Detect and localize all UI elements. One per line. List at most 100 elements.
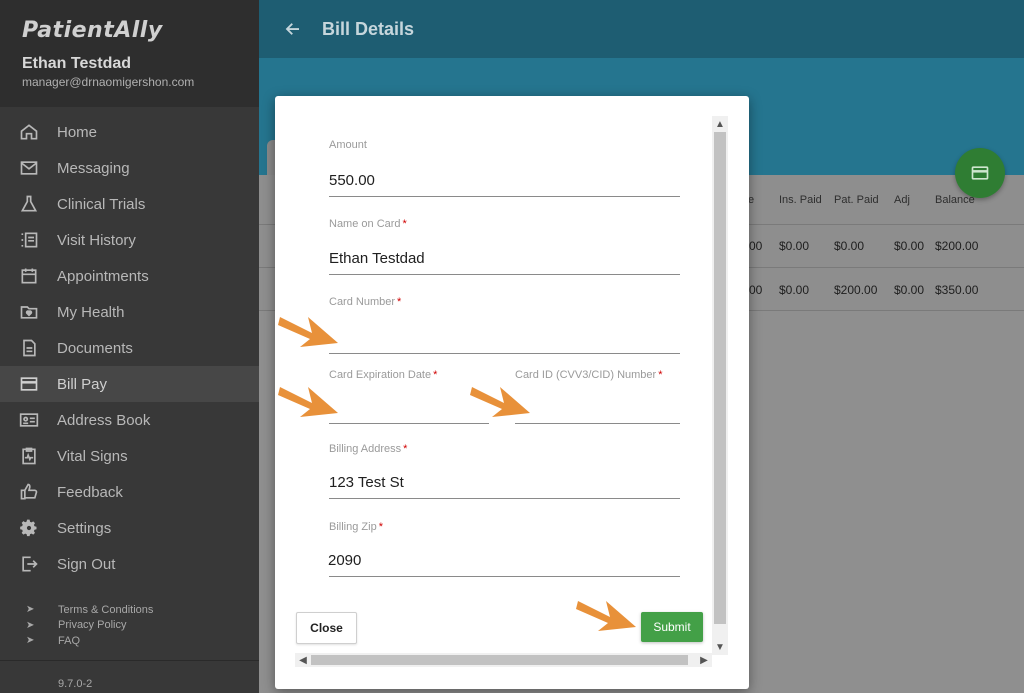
table-cell: $200.00: [935, 239, 979, 253]
table-cell: $200.00: [834, 283, 878, 297]
billing-address-field[interactable]: 123 Test St: [329, 474, 404, 491]
sidebar-divider: [0, 660, 259, 661]
horizontal-scroll-thumb[interactable]: [311, 655, 688, 665]
terms-label: Terms & Conditions: [58, 603, 154, 616]
annotation-arrow-icon: [278, 387, 338, 417]
user-name: Ethan Testdad: [22, 55, 132, 72]
card-number-field[interactable]: [329, 328, 680, 348]
card-number-underline: [329, 353, 680, 354]
amount-label: Amount: [329, 139, 367, 151]
thumb-up-icon: [19, 482, 39, 502]
sign-out-icon: [19, 554, 39, 574]
sidebar-item-label: My Health: [57, 303, 125, 321]
sidebar-item-appointments[interactable]: Appointments: [0, 258, 259, 294]
sidebar-item-label: Documents: [57, 339, 133, 357]
sidebar: PatientAlly Ethan Testdad manager@drnaom…: [0, 0, 259, 693]
faq-label: FAQ: [58, 634, 81, 647]
sidebar-item-my-health[interactable]: My Health: [0, 294, 259, 330]
scroll-left-icon[interactable]: ◀: [295, 653, 311, 667]
sidebar-item-clinical-trials[interactable]: Clinical Trials: [0, 186, 259, 222]
arrow-right-icon: ➤: [26, 619, 35, 631]
name-on-card-underline: [329, 274, 680, 275]
sidebar-item-label: Sign Out: [57, 555, 116, 573]
billing-zip-field[interactable]: 2090: [328, 552, 361, 569]
cvv-underline: [515, 423, 680, 424]
privacy-label: Privacy Policy: [58, 619, 127, 632]
name-on-card-field[interactable]: Ethan Testdad: [329, 250, 425, 267]
page-title: Bill Details: [322, 18, 415, 39]
cvv-label: Card ID (CVV3/CID) Number *: [515, 369, 663, 381]
horizontal-scrollbar[interactable]: ◀ ▶: [295, 653, 712, 667]
sidebar-header: PatientAlly Ethan Testdad manager@drnaom…: [0, 0, 259, 107]
sidebar-item-bill-pay[interactable]: Bill Pay: [0, 366, 259, 402]
sidebar-item-documents[interactable]: Documents: [0, 330, 259, 366]
contact-card-icon: [19, 410, 39, 430]
expiration-label: Card Expiration Date *: [329, 369, 438, 381]
document-icon: [19, 338, 39, 358]
flask-icon: [19, 194, 39, 214]
mail-icon: [19, 158, 39, 178]
credit-card-icon: [971, 166, 989, 180]
scroll-right-icon[interactable]: ▶: [696, 653, 712, 667]
scroll-up-icon[interactable]: ▲: [712, 116, 728, 132]
footer-links: ➤ Terms & Conditions ➤ Privacy Policy ➤ FAQ: [26, 602, 153, 649]
sidebar-item-settings[interactable]: Settings: [0, 510, 259, 546]
faq-link[interactable]: ➤ FAQ: [26, 633, 153, 649]
sidebar-item-visit-history[interactable]: Visit History: [0, 222, 259, 258]
sidebar-item-label: Home: [57, 123, 98, 141]
gear-icon: [19, 518, 39, 538]
sidebar-item-messaging[interactable]: Messaging: [0, 150, 259, 186]
sidebar-item-label: Messaging: [57, 159, 130, 177]
sidebar-item-label: Settings: [57, 519, 112, 537]
close-button[interactable]: Close: [296, 612, 357, 644]
credit-card-icon: [19, 374, 39, 394]
annotation-arrow-icon: [470, 387, 530, 417]
pay-bill-fab[interactable]: [955, 148, 1005, 198]
column-header: Pat. Paid: [834, 194, 879, 206]
user-email: manager@drnaomigershon.com: [22, 75, 195, 89]
app-bar: Bill Details: [259, 0, 1024, 58]
column-header: Adj: [894, 194, 910, 206]
home-icon: [19, 122, 39, 142]
column-header: Ins. Paid: [779, 194, 822, 206]
terms-link[interactable]: ➤ Terms & Conditions: [26, 602, 153, 618]
sidebar-item-home[interactable]: Home: [0, 114, 259, 150]
privacy-link[interactable]: ➤ Privacy Policy: [26, 618, 153, 634]
table-cell: $0.00: [834, 239, 865, 253]
sidebar-item-feedback[interactable]: Feedback: [0, 474, 259, 510]
app-logo: PatientAlly: [22, 18, 163, 43]
billing-zip-label: Billing Zip *: [329, 521, 383, 533]
table-cell: $350.00: [935, 283, 979, 297]
expiration-field[interactable]: [329, 398, 489, 418]
table-cell: $0.00: [779, 283, 810, 297]
table-cell: 00: [749, 283, 763, 297]
table-cell: $0.00: [894, 239, 925, 253]
app-version: 9.7.0-2: [58, 678, 93, 690]
clipboard-pulse-icon: [19, 446, 39, 466]
vertical-scrollbar[interactable]: ▲ ▼: [712, 116, 728, 655]
vertical-scroll-thumb[interactable]: [714, 132, 726, 624]
sidebar-item-label: Clinical Trials: [57, 195, 146, 213]
submit-button[interactable]: Submit: [641, 612, 703, 642]
amount-field[interactable]: 550.00: [329, 172, 375, 189]
sidebar-item-label: Vital Signs: [57, 447, 128, 465]
name-on-card-label: Name on Card *: [329, 218, 407, 230]
annotation-arrow-icon: [576, 601, 636, 631]
folder-heart-icon: [19, 302, 39, 322]
table-cell: $0.00: [779, 239, 810, 253]
arrow-right-icon: ➤: [26, 635, 35, 647]
expiration-underline: [329, 423, 489, 424]
sidebar-item-vital-signs[interactable]: Vital Signs: [0, 438, 259, 474]
amount-underline: [329, 196, 680, 197]
sidebar-nav: Home Messaging Clinical Trials Visit His…: [0, 114, 259, 582]
scroll-down-icon[interactable]: ▼: [712, 639, 728, 655]
calendar-icon: [19, 266, 39, 286]
billing-address-label: Billing Address *: [329, 443, 408, 455]
cvv-field[interactable]: [515, 398, 680, 418]
sidebar-item-sign-out[interactable]: Sign Out: [0, 546, 259, 582]
sidebar-item-address-book[interactable]: Address Book: [0, 402, 259, 438]
table-cell: 00: [749, 239, 763, 253]
back-arrow-icon[interactable]: [284, 20, 302, 38]
sidebar-item-label: Feedback: [57, 483, 123, 501]
sidebar-item-label: Appointments: [57, 267, 149, 285]
